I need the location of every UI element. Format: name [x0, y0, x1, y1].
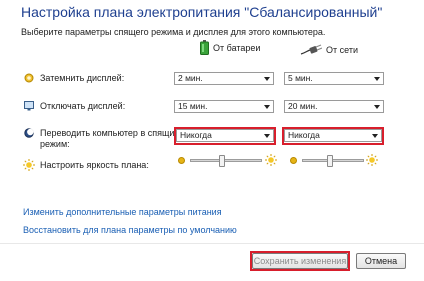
display-off-battery-value: 15 мин. [178, 101, 208, 111]
sleep-battery-value: Никогда [180, 130, 212, 140]
brightness-plugged-track [302, 159, 364, 162]
brightness-plugged-slider[interactable] [327, 155, 333, 167]
cancel-button[interactable]: Отмена [356, 253, 406, 269]
column-plugged-label: От сети [326, 45, 358, 55]
column-battery-header: От батареи [200, 40, 260, 55]
brightness-high-icon [265, 154, 277, 166]
sleep-label: Переводить компьютер в спящий режим: [40, 128, 179, 150]
chevron-down-icon [372, 134, 378, 138]
footer-divider [0, 243, 424, 244]
display-off-battery-select[interactable]: 15 мин. [174, 100, 274, 113]
display-off-plugged-select[interactable]: 20 мин. [284, 100, 384, 113]
display-off-icon [24, 101, 34, 111]
sleep-label-line2: режим: [40, 139, 70, 149]
display-off-label: Отключать дисплей: [40, 101, 126, 111]
chevron-down-icon [374, 77, 380, 81]
brightness-label: Настроить яркость плана: [40, 160, 149, 170]
brightness-low-icon [290, 157, 297, 164]
display-off-plugged-value: 20 мин. [288, 101, 318, 111]
page-title: Настройка плана электропитания "Сбаланси… [21, 4, 383, 20]
advanced-settings-link[interactable]: Изменить дополнительные параметры питани… [23, 207, 222, 217]
column-plugged-header: От сети [300, 44, 358, 56]
dim-display-battery-select[interactable]: 2 мин. [174, 72, 274, 85]
brightness-low-icon [178, 157, 185, 164]
brightness-battery-track [190, 159, 262, 162]
dim-display-icon [24, 73, 34, 83]
sleep-battery-select[interactable]: Никогда [176, 129, 274, 142]
brightness-high-icon [366, 154, 378, 166]
save-button[interactable]: Сохранить изменения [252, 253, 348, 269]
chevron-down-icon [264, 105, 270, 109]
page-subtitle: Выберите параметры спящего режима и дисп… [21, 27, 326, 37]
battery-icon [200, 40, 209, 55]
column-battery-label: От батареи [213, 42, 261, 53]
dim-display-label: Затемнить дисплей: [40, 73, 125, 83]
dim-display-battery-value: 2 мин. [178, 73, 203, 83]
restore-defaults-link[interactable]: Восстановить для плана параметры по умол… [23, 225, 237, 235]
chevron-down-icon [264, 134, 270, 138]
sleep-plugged-select[interactable]: Никогда [284, 129, 382, 142]
brightness-icon [23, 159, 35, 171]
dim-display-plugged-select[interactable]: 5 мин. [284, 72, 384, 85]
dim-display-plugged-value: 5 мин. [288, 73, 313, 83]
sleep-label-line1: Переводить компьютер в спящий [40, 128, 180, 138]
chevron-down-icon [374, 105, 380, 109]
chevron-down-icon [264, 77, 270, 81]
brightness-battery-slider[interactable] [219, 155, 225, 167]
sleep-plugged-value: Никогда [288, 130, 320, 140]
sleep-icon [24, 128, 34, 138]
power-plug-icon [300, 44, 322, 55]
